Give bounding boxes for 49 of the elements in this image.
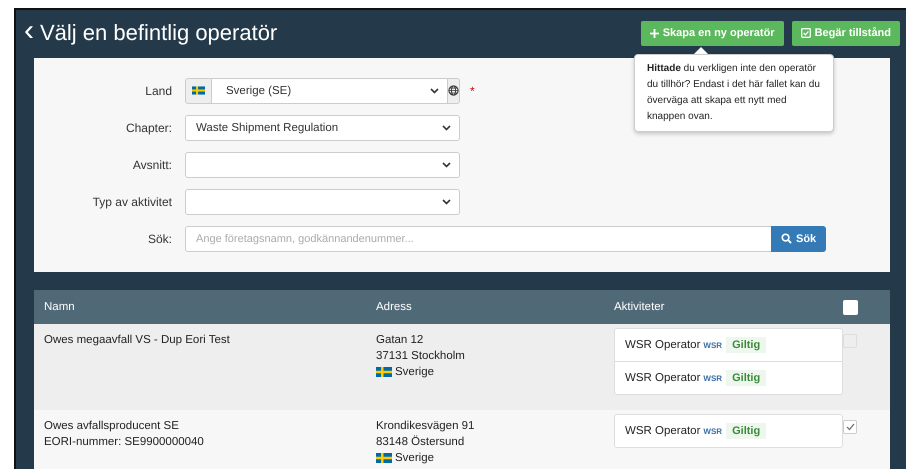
tooltip-arrow xyxy=(694,47,708,54)
activity-name: WSR Operator xyxy=(625,425,700,437)
address-text: Krondikesvägen 91 xyxy=(376,419,476,434)
status-badge: Giltig xyxy=(726,423,766,439)
flag-icon xyxy=(376,453,392,463)
country-select[interactable]: Sverige (SE) xyxy=(212,78,447,104)
operator-text: Owes megaavfall VS - Dup Eori Test xyxy=(44,333,231,348)
column-header: Aktiviteter xyxy=(613,301,666,313)
column-header: Namn xyxy=(43,301,76,313)
checkbox-icon xyxy=(800,28,811,38)
search-icon xyxy=(781,233,792,244)
check-icon xyxy=(846,423,854,431)
dropdown-select[interactable]: Waste Shipment Regulation xyxy=(185,114,460,140)
address-text: 37131 Stockholm xyxy=(376,349,466,364)
field-label: Chapter: xyxy=(124,120,173,134)
activity-code: WSR xyxy=(703,426,722,436)
globe-icon[interactable] xyxy=(447,78,460,104)
country-text: Sverige xyxy=(395,451,434,466)
back-link[interactable]: ‹ xyxy=(22,16,40,46)
status-badge: Giltig xyxy=(726,337,766,353)
chevron-down-icon xyxy=(442,162,451,168)
activity-code: WSR xyxy=(703,374,722,382)
required-mark: * xyxy=(470,84,475,98)
chevron-down-icon xyxy=(430,88,439,94)
field-label: Typ av aktivitet xyxy=(92,194,173,208)
field-label: Land xyxy=(144,84,173,98)
column-header: Adress xyxy=(375,301,413,313)
address-text: Gatan 12 xyxy=(376,333,424,348)
plus-icon xyxy=(650,28,659,38)
chevron-down-icon xyxy=(442,124,451,130)
tooltip: Hittade du verkligen inte den operatör du tillhör? Endast i det här fallet kan du överväga att skapa ett nytt med knappen ovan. xyxy=(634,54,834,132)
address-text: 83148 Östersund xyxy=(376,434,466,450)
operator-text: EORI-nummer: SE9900000040 xyxy=(44,435,205,450)
chevron-down-icon xyxy=(442,198,451,204)
activity-name: WSR Operator xyxy=(625,372,700,384)
page-title: Välj en befintlig operatör xyxy=(40,20,278,46)
status-badge: Giltig xyxy=(726,370,766,386)
search-field[interactable]: Ange företagsnamn, godkännandenummer... xyxy=(185,226,771,252)
flag-icon xyxy=(185,78,212,104)
search-button[interactable]: Sök xyxy=(771,226,826,252)
operator-text: Owes avfallsproducent SE xyxy=(44,419,180,434)
select-all-checkbox[interactable] xyxy=(843,300,858,314)
field-label: Sök: xyxy=(146,232,173,246)
flag-icon xyxy=(376,367,392,377)
country-text: Sverige xyxy=(395,365,434,380)
row-checkbox[interactable] xyxy=(843,420,857,434)
activity-name: WSR Operator xyxy=(625,339,700,351)
activity-code: WSR xyxy=(703,340,722,350)
field-label: Avsnitt: xyxy=(132,158,173,172)
